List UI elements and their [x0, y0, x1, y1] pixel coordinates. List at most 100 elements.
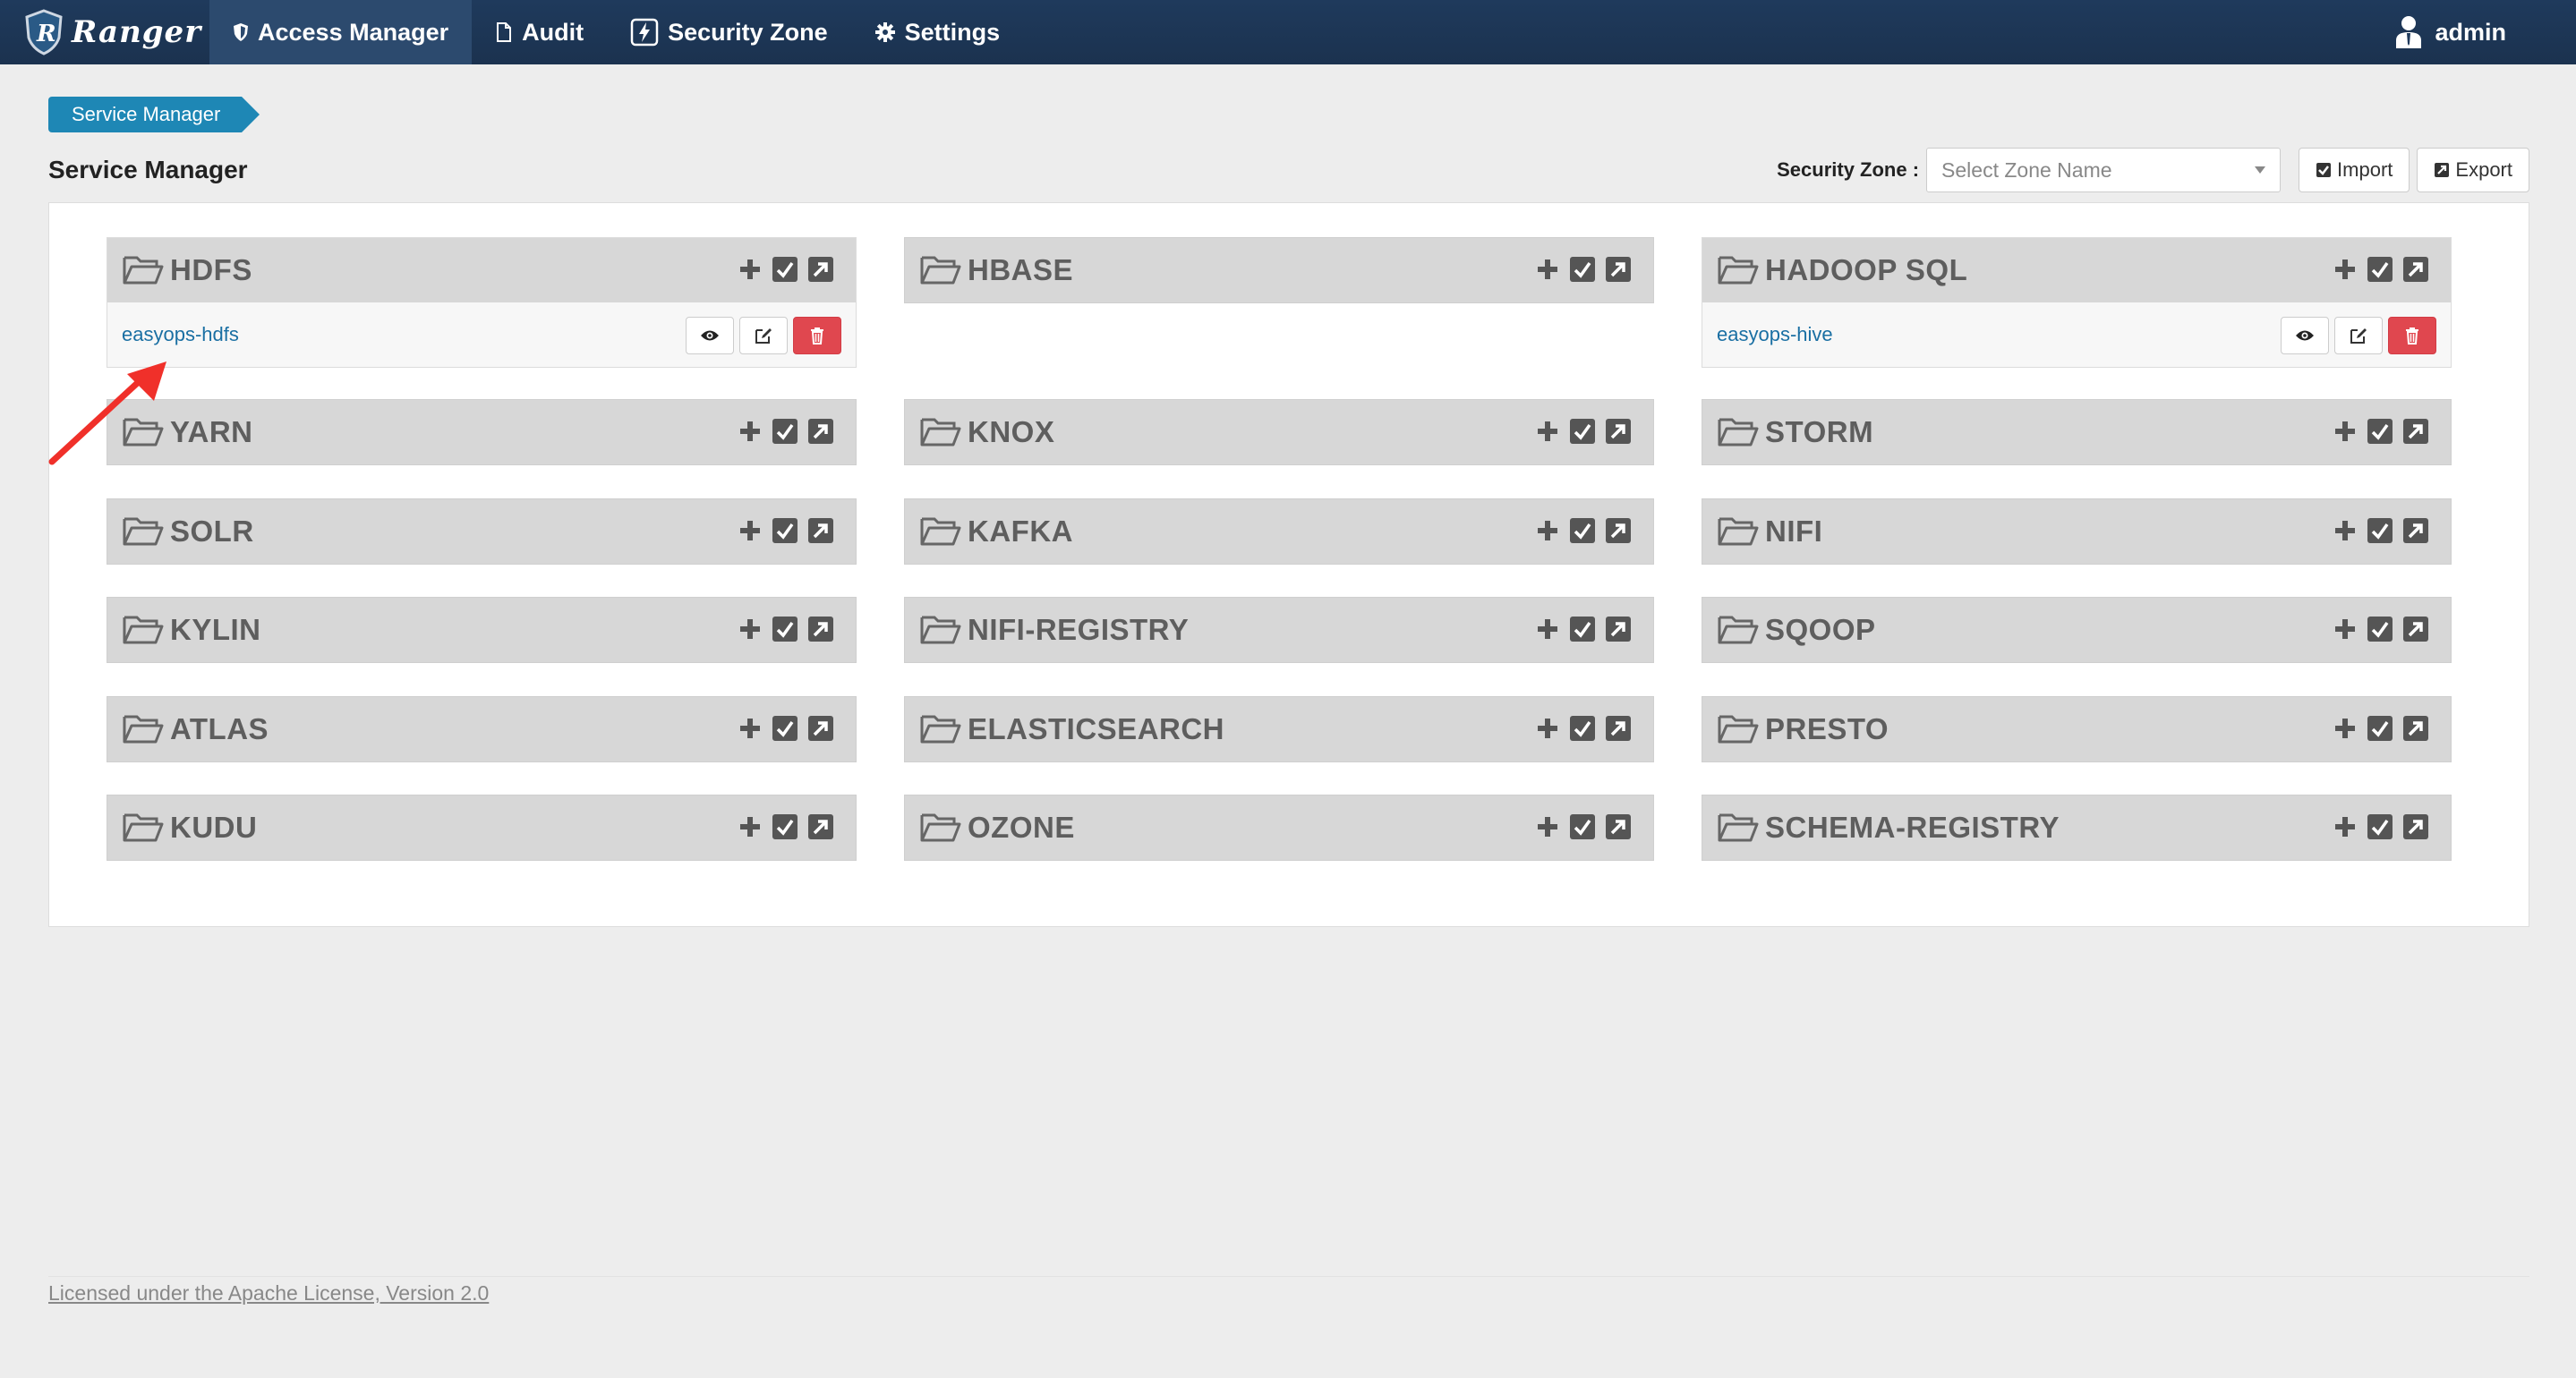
export-service-icon[interactable] — [1605, 715, 1632, 742]
add-service-icon[interactable] — [1535, 518, 1560, 543]
import-service-icon[interactable] — [772, 418, 798, 445]
eye-icon — [701, 330, 719, 341]
import-service-icon[interactable] — [2367, 256, 2393, 283]
export-service-icon[interactable] — [2402, 715, 2429, 742]
import-service-icon[interactable] — [1569, 715, 1596, 742]
service-actions — [2324, 616, 2429, 642]
export-service-icon[interactable] — [2402, 616, 2429, 642]
export-service-icon[interactable] — [2402, 256, 2429, 283]
export-button[interactable]: Export — [2417, 148, 2529, 192]
service-actions — [1526, 715, 1632, 742]
import-service-icon[interactable] — [1569, 813, 1596, 840]
add-service-icon[interactable] — [2333, 814, 2358, 839]
import-service-icon[interactable] — [2367, 418, 2393, 445]
add-service-icon[interactable] — [2333, 257, 2358, 282]
add-service-icon[interactable] — [738, 518, 763, 543]
export-service-icon[interactable] — [807, 517, 834, 544]
edit-service-button[interactable] — [2334, 317, 2383, 354]
export-service-icon[interactable] — [1605, 256, 1632, 283]
user-icon — [2396, 16, 2422, 48]
nav-access-manager-label: Access Manager — [258, 18, 449, 46]
folder-open-icon — [1718, 813, 1759, 842]
export-service-icon[interactable] — [807, 616, 834, 642]
import-service-icon[interactable] — [1569, 256, 1596, 283]
add-service-icon[interactable] — [738, 617, 763, 642]
export-service-icon[interactable] — [1605, 813, 1632, 840]
import-service-icon[interactable] — [2367, 715, 2393, 742]
export-service-icon[interactable] — [807, 813, 834, 840]
export-service-icon[interactable] — [807, 256, 834, 283]
service-actions — [1526, 616, 1632, 642]
add-service-icon[interactable] — [1535, 716, 1560, 741]
add-service-icon[interactable] — [1535, 419, 1560, 444]
import-service-icon[interactable] — [772, 616, 798, 642]
add-service-icon[interactable] — [1535, 257, 1560, 282]
export-label: Export — [2455, 158, 2512, 181]
view-service-button[interactable] — [2281, 317, 2329, 354]
shield-icon — [234, 23, 248, 41]
service-group-header: NIFI-REGISTRY — [905, 598, 1653, 662]
add-service-icon[interactable] — [2333, 617, 2358, 642]
license-link[interactable]: Licensed under the Apache License, Versi… — [48, 1281, 489, 1306]
import-service-icon[interactable] — [772, 813, 798, 840]
service-type-name: KNOX — [968, 415, 1055, 448]
service-group-presto: PRESTO — [1702, 696, 2452, 762]
nav-security-zone[interactable]: Security Zone — [607, 0, 851, 64]
add-service-icon[interactable] — [2333, 419, 2358, 444]
export-service-icon[interactable] — [1605, 517, 1632, 544]
add-service-icon[interactable] — [1535, 814, 1560, 839]
add-service-icon[interactable] — [2333, 716, 2358, 741]
add-service-icon[interactable] — [2333, 518, 2358, 543]
service-link[interactable]: easyops-hdfs — [122, 323, 239, 346]
service-type-name: SOLR — [170, 515, 254, 548]
service-group-header: SCHEMA-REGISTRY — [1702, 795, 2451, 860]
export-service-icon[interactable] — [1605, 616, 1632, 642]
add-service-icon[interactable] — [738, 814, 763, 839]
view-service-button[interactable] — [686, 317, 734, 354]
add-service-icon[interactable] — [738, 716, 763, 741]
import-service-icon[interactable] — [1569, 517, 1596, 544]
service-row-easyops-hdfs: easyops-hdfs — [107, 302, 856, 367]
import-button[interactable]: Import — [2299, 148, 2410, 192]
nav-settings[interactable]: Settings — [851, 0, 1024, 64]
service-group-header: OZONE — [905, 795, 1653, 860]
import-service-icon[interactable] — [2367, 616, 2393, 642]
service-group-elasticsearch: ELASTICSEARCH — [904, 696, 1654, 762]
service-type-name: ATLAS — [170, 712, 269, 745]
service-type-name: ELASTICSEARCH — [968, 712, 1225, 745]
folder-open-icon — [920, 517, 961, 546]
nav-access-manager[interactable]: Access Manager — [209, 0, 473, 64]
add-service-icon[interactable] — [738, 419, 763, 444]
nav-audit[interactable]: Audit — [472, 0, 607, 64]
add-service-icon[interactable] — [1535, 617, 1560, 642]
service-row-actions — [2275, 317, 2436, 354]
import-service-icon[interactable] — [2367, 517, 2393, 544]
export-service-icon[interactable] — [2402, 813, 2429, 840]
service-actions — [2324, 418, 2429, 445]
service-group-header: HDFS — [107, 238, 856, 302]
import-service-icon[interactable] — [772, 517, 798, 544]
add-service-icon[interactable] — [738, 257, 763, 282]
import-service-icon[interactable] — [772, 256, 798, 283]
breadcrumb-service-manager[interactable]: Service Manager — [48, 97, 260, 132]
import-service-icon[interactable] — [1569, 418, 1596, 445]
export-service-icon[interactable] — [807, 715, 834, 742]
service-type-name: KUDU — [170, 811, 258, 844]
service-row-actions — [680, 317, 841, 354]
export-service-icon[interactable] — [1605, 418, 1632, 445]
service-row-easyops-hive: easyops-hive — [1702, 302, 2451, 367]
brand[interactable]: R Ranger — [0, 0, 209, 64]
service-link[interactable]: easyops-hive — [1717, 323, 1833, 346]
export-service-icon[interactable] — [2402, 418, 2429, 445]
import-service-icon[interactable] — [1569, 616, 1596, 642]
import-service-icon[interactable] — [2367, 813, 2393, 840]
edit-service-button[interactable] — [739, 317, 788, 354]
user-menu[interactable]: admin — [2395, 0, 2506, 64]
export-service-icon[interactable] — [807, 418, 834, 445]
delete-service-button[interactable] — [2388, 317, 2436, 354]
import-service-icon[interactable] — [772, 715, 798, 742]
service-group-header: NIFI — [1702, 499, 2451, 564]
security-zone-select[interactable]: Select Zone Name — [1926, 148, 2282, 192]
delete-service-button[interactable] — [793, 317, 841, 354]
export-service-icon[interactable] — [2402, 517, 2429, 544]
